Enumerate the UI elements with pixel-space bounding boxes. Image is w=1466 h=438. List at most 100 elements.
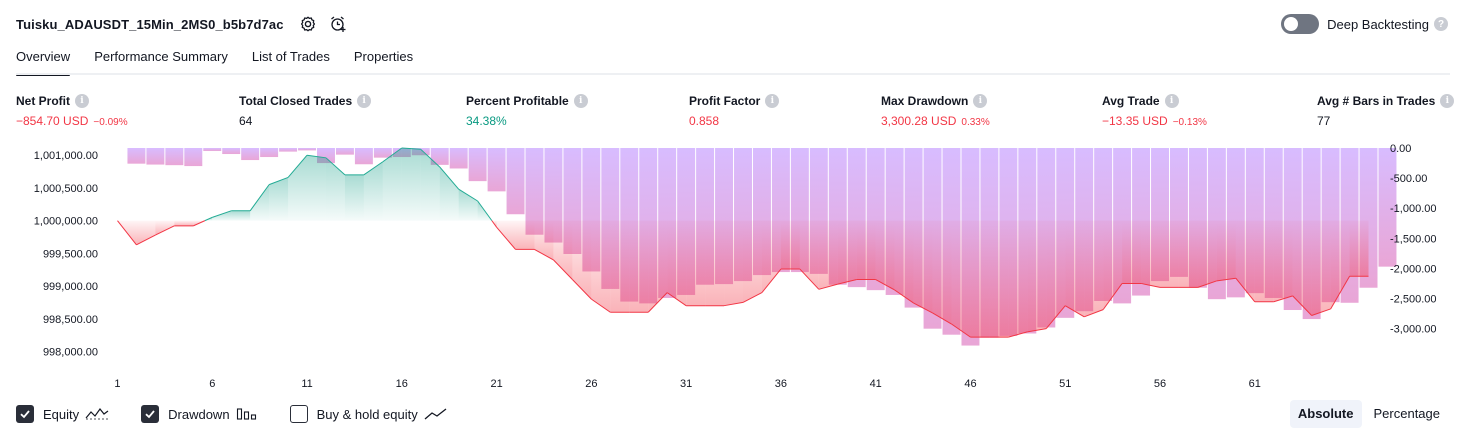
tab-performance-summary[interactable]: Performance Summary [94, 46, 228, 74]
info-icon[interactable]: i [1164, 94, 1179, 108]
drawdown-bar [468, 148, 487, 182]
x-axis-label: 26 [585, 378, 597, 390]
metric-percent: −0.09% [93, 117, 128, 128]
equity-gain-area [363, 161, 383, 221]
drawdown-bar [222, 148, 241, 155]
drawdown-bar [127, 148, 146, 164]
left-axis-label: 998,000.00 [43, 346, 98, 358]
drawdown-bar [373, 148, 392, 158]
equity-loss-area [686, 220, 706, 306]
equity-loss-area [515, 220, 535, 250]
drawdown-bar [506, 148, 525, 215]
metric-value: 34.38% [466, 114, 507, 128]
left-axis-label: 1,000,500.00 [34, 183, 98, 195]
x-axis-label: 46 [964, 378, 976, 390]
right-axis-label: -1,500.00 [1390, 233, 1436, 245]
tab-list-of-trades[interactable]: List of Trades [252, 46, 330, 74]
drawdown-bar [184, 148, 203, 167]
equity-loss-area [136, 220, 156, 245]
absolute-button[interactable]: Absolute [1289, 400, 1362, 428]
metric-value: 77 [1317, 114, 1331, 128]
legend-drawdown[interactable]: Drawdown [141, 405, 257, 423]
drawdown-bar [298, 148, 317, 151]
equity-loss-area [1178, 220, 1198, 288]
checkbox-checked-icon[interactable] [16, 405, 34, 423]
tab-properties[interactable]: Properties [354, 46, 413, 74]
equity-loss-area [1027, 220, 1047, 332]
percentage-button[interactable]: Percentage [1366, 400, 1449, 428]
equity-loss-area [1311, 220, 1331, 316]
tab-overview[interactable]: Overview [16, 46, 71, 76]
equity-loss-area [1084, 220, 1104, 317]
left-axis-label: 999,500.00 [43, 248, 98, 260]
equity-loss-area [629, 220, 649, 313]
metric-avg-bars-in-trades: Avg # Bars in Trades i 77 [1317, 93, 1455, 128]
gear-icon[interactable] [298, 14, 318, 34]
chart-legend: Equity Drawdown Buy & hold equity [16, 404, 480, 424]
equity-loss-area [174, 220, 194, 226]
legend-equity[interactable]: Equity [16, 405, 109, 423]
report-tabs: Overview Performance Summary List of Tra… [16, 46, 437, 76]
x-axis-label: 36 [775, 378, 787, 390]
drawdown-bars-icon [236, 407, 258, 421]
equity-gain-area [344, 174, 364, 221]
equity-gain-area [401, 148, 421, 221]
equity-loss-area [989, 220, 1009, 338]
equity-loss-area [875, 220, 895, 290]
equity-loss-area [1254, 220, 1274, 302]
equity-loss-area [1160, 220, 1179, 288]
info-icon[interactable]: i [1440, 94, 1455, 108]
value-mode-switch: Absolute Percentage [1286, 400, 1448, 428]
checkbox-checked-icon[interactable] [141, 405, 160, 423]
metric-percent: −0.13% [1172, 117, 1207, 128]
drawdown-bar [146, 148, 165, 165]
drawdown-bar [354, 148, 373, 165]
drawdown-bar [203, 148, 222, 152]
equity-gain-area [250, 184, 270, 221]
equity-loss-area [818, 220, 838, 290]
metric-max-drawdown: Max Drawdown i 3,300.28 USD 0.33% [881, 93, 990, 128]
metric-label: Max Drawdown [881, 94, 969, 108]
equity-loss-area [894, 220, 914, 304]
help-icon[interactable]: ? [1434, 17, 1448, 31]
legend-buy-hold[interactable]: Buy & hold equity [289, 405, 448, 423]
x-axis-label: 31 [680, 378, 692, 390]
equity-loss-area [856, 220, 876, 280]
equity-gain-area [231, 210, 251, 221]
info-icon[interactable]: i [75, 94, 89, 108]
deep-backtesting-toggle[interactable] [1281, 14, 1320, 34]
legend-label: Equity [43, 406, 80, 422]
info-icon[interactable]: i [573, 94, 588, 108]
legend-label: Buy & hold equity [316, 406, 418, 422]
x-axis-label: 56 [1154, 378, 1166, 390]
drawdown-bar [487, 148, 506, 192]
x-axis-label: 61 [1249, 378, 1261, 390]
x-axis-label: 6 [209, 378, 215, 390]
equity-gain-area [439, 166, 459, 221]
info-icon[interactable]: i [765, 94, 780, 108]
equity-drawdown-chart[interactable]: 1,001,000.00 1,000,500.00 1,000,000.00 999,… [0, 138, 1466, 394]
metric-label: Total Closed Trades [239, 94, 353, 108]
x-axis-label: 51 [1059, 378, 1071, 390]
x-axis-label: 41 [870, 378, 882, 390]
deep-backtesting: Deep Backtesting ? [1281, 13, 1448, 35]
strategy-header: Tuisku_ADAUSDT_15Min_2MS0_b5b7d7ac [16, 12, 348, 36]
equity-loss-area [648, 220, 668, 313]
info-icon[interactable]: i [357, 94, 372, 108]
equity-loss-area [761, 220, 781, 293]
equity-loss-area [780, 220, 800, 270]
metric-total-closed-trades: Total Closed Trades i 64 [239, 93, 372, 128]
x-axis-label: 21 [490, 378, 502, 390]
x-axis: 1 6 11 16 21 26 31 36 41 46 51 56 61 [114, 378, 1260, 390]
right-axis-label: -2,500.00 [1390, 294, 1436, 306]
right-axis-label: -500.00 [1390, 173, 1427, 185]
equity-loss-area [1141, 220, 1161, 288]
info-icon[interactable]: i [973, 94, 988, 108]
tabs-divider [16, 73, 1450, 75]
alarm-clock-plus-icon[interactable] [328, 14, 348, 34]
equity-loss-area [1349, 220, 1369, 277]
x-axis-label: 16 [396, 378, 408, 390]
equity-gain-area [325, 157, 345, 221]
metric-avg-trade: Avg Trade i −13.35 USD −0.13% [1102, 93, 1207, 128]
checkbox-unchecked-icon[interactable] [289, 405, 308, 423]
